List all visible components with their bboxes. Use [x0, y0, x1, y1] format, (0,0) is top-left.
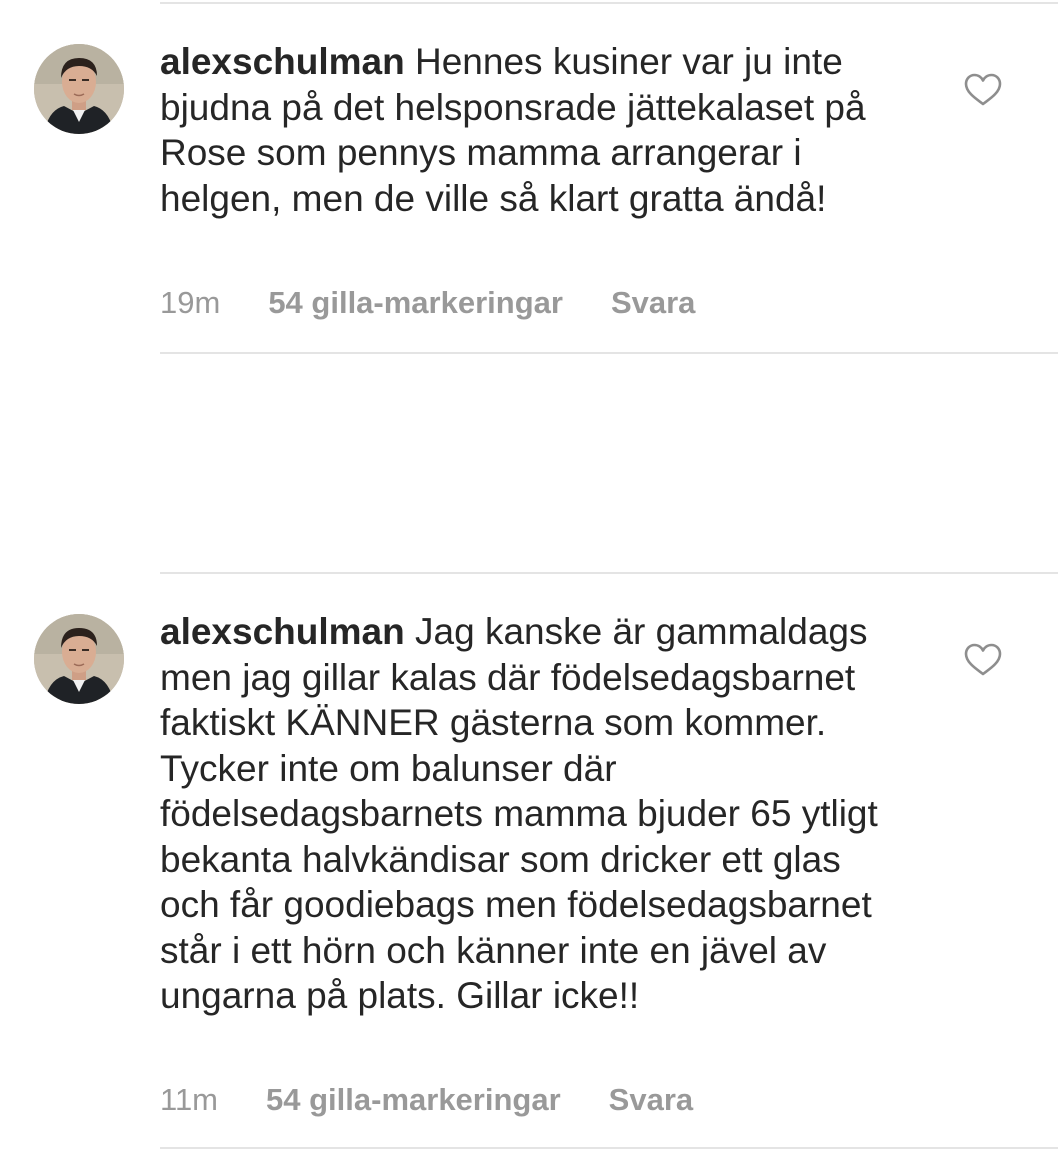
comment-text: alexschulman Hennes kusiner var ju inte … [160, 39, 920, 221]
comment-username[interactable]: alexschulman [160, 611, 405, 652]
reply-button[interactable]: Svara [611, 285, 695, 321]
comment-meta: 19m 54 gilla-markeringar Svara [160, 285, 695, 321]
comment-body: Jag kanske är gammaldags men jag gillar … [160, 611, 878, 1016]
heart-outline-icon[interactable] [964, 643, 1002, 677]
comment-divider [160, 1147, 1058, 1149]
like-count-button[interactable]: 54 gilla-markeringar [266, 1082, 561, 1118]
comment-divider [160, 352, 1058, 354]
comment-timestamp: 11m [160, 1082, 219, 1117]
comment-meta: 11m 54 gilla-markeringar Svara [160, 1082, 693, 1118]
comment-text: alexschulman Jag kanske är gammaldags me… [160, 609, 905, 1019]
reply-button[interactable]: Svara [609, 1082, 693, 1118]
heart-outline-icon[interactable] [964, 73, 1002, 107]
like-count-button[interactable]: 54 gilla-markeringar [268, 285, 563, 321]
comment-item: alexschulman Hennes kusiner var ju inte … [0, 0, 1058, 355]
comment-timestamp: 19m [160, 285, 221, 320]
comment-username[interactable]: alexschulman [160, 41, 405, 82]
avatar[interactable] [34, 614, 124, 704]
comment-item: alexschulman Jag kanske är gammaldags me… [0, 572, 1058, 1152]
avatar[interactable] [34, 44, 124, 134]
